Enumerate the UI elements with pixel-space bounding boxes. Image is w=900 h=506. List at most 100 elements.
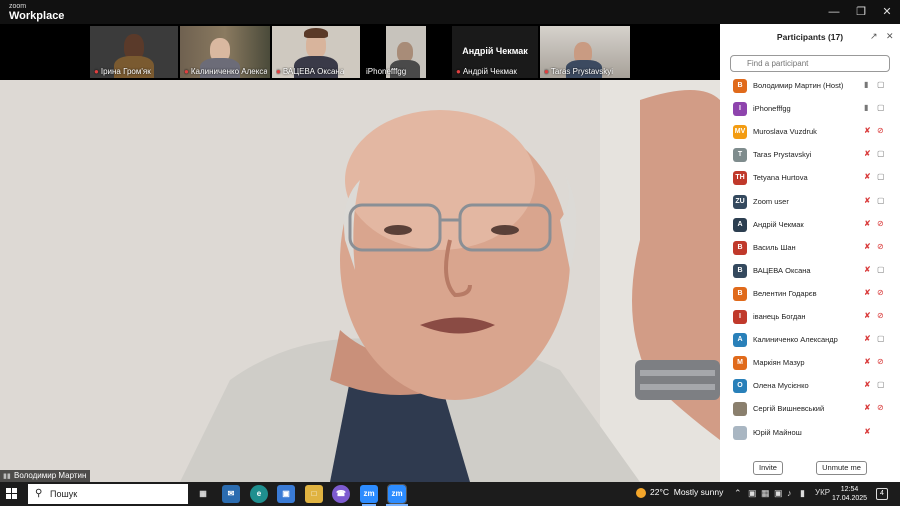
- mic-icon[interactable]: ▮: [864, 103, 868, 112]
- participant-row[interactable]: MV Muroslava Vuzdruk ✘ ⊘: [720, 121, 900, 144]
- main-speaker-video[interactable]: ▮▮ Володимир Мартин: [0, 80, 720, 482]
- video-icon[interactable]: ▢: [877, 103, 885, 112]
- participant-row[interactable]: В Володимир Мартин (Host) ▮ ▢: [720, 75, 900, 98]
- participant-row[interactable]: А Калиниченко Александр ✘ ▢: [720, 329, 900, 352]
- zoom-workplace-icon[interactable]: zm: [387, 484, 407, 504]
- mail-icon[interactable]: ✉: [222, 485, 240, 503]
- mic-muted-icon[interactable]: ✘: [864, 172, 871, 181]
- video-off-icon[interactable]: ⊘: [877, 288, 884, 297]
- video-icon[interactable]: ▢: [877, 380, 885, 389]
- video-off-icon[interactable]: ⊘: [877, 242, 884, 251]
- brand-large: Workplace: [9, 10, 65, 22]
- participant-row[interactable]: А Андрій Чекмак ✘ ⊘: [720, 214, 900, 237]
- mic-muted-icon[interactable]: ✘: [864, 126, 871, 135]
- video-off-icon[interactable]: ⊘: [877, 403, 884, 412]
- avatar: В: [733, 286, 747, 301]
- volume-icon[interactable]: ♪: [787, 488, 792, 498]
- thumbnail-video[interactable]: ● Ірина Гром'як: [90, 26, 178, 78]
- participant-row[interactable]: Сергій Вишневський ✘ ⊘: [720, 398, 900, 421]
- mic-muted-icon[interactable]: ✘: [864, 334, 871, 343]
- mic-muted-icon[interactable]: ✘: [864, 403, 871, 412]
- clock[interactable]: 12:54 17.04.2025: [832, 485, 867, 503]
- tray-icon[interactable]: ▣: [748, 488, 757, 499]
- zoom-logo: zoom Workplace: [9, 3, 64, 22]
- participant-search-input[interactable]: [730, 55, 890, 72]
- video-icon[interactable]: ▢: [877, 149, 885, 158]
- participants-list[interactable]: В Володимир Мартин (Host) ▮ ▢ IiPhonefffgg ▮ ▢…: [720, 75, 900, 455]
- minimize-icon[interactable]: —: [821, 3, 847, 21]
- store-icon[interactable]: ▣: [277, 485, 295, 503]
- mic-muted-icon[interactable]: ✘: [864, 288, 871, 297]
- thumbnail-video[interactable]: iPhonefffgg: [362, 26, 450, 78]
- video-icon[interactable]: ▢: [877, 265, 885, 274]
- unmute-me-button[interactable]: Unmute me: [816, 461, 867, 475]
- weather-widget[interactable]: 22°C Mostly sunny: [636, 487, 723, 498]
- mic-icon[interactable]: ▮: [864, 80, 868, 89]
- windows-start-icon[interactable]: [6, 488, 18, 500]
- mic-muted-icon[interactable]: ✘: [864, 149, 871, 158]
- close-icon[interactable]: ✕: [874, 3, 900, 21]
- participant-row[interactable]: М Маркіян Мазур ✘ ⊘: [720, 352, 900, 375]
- popout-icon[interactable]: ↗: [870, 31, 878, 42]
- mic-muted-icon[interactable]: ✘: [864, 357, 871, 366]
- mic-muted-icon[interactable]: ✘: [864, 380, 871, 389]
- video-off-icon[interactable]: ⊘: [877, 126, 884, 135]
- chevron-up-icon[interactable]: ⌃: [734, 488, 742, 499]
- video-off-icon[interactable]: ⊘: [877, 357, 884, 366]
- video-icon[interactable]: ▢: [877, 80, 885, 89]
- battery-icon[interactable]: ▮: [800, 488, 805, 499]
- participant-row[interactable]: О Олена Мусієнко ✘ ▢: [720, 375, 900, 398]
- mic-muted-icon[interactable]: ✘: [864, 427, 871, 436]
- thumbnail-video[interactable]: ● Калиниченко Алекса...: [180, 26, 270, 78]
- mic-muted-icon[interactable]: ✘: [864, 219, 871, 228]
- mic-muted-icon[interactable]: ✘: [864, 242, 871, 251]
- language-indicator[interactable]: УКР: [815, 488, 830, 497]
- muted-mic-icon: ●: [184, 67, 189, 76]
- weather-text: Mostly sunny: [673, 487, 724, 497]
- participant-row[interactable]: Юрій Майнош ✘: [720, 422, 900, 445]
- taskbar-search[interactable]: ⚲ Пошук: [28, 484, 188, 504]
- video-icon[interactable]: ▢: [877, 172, 885, 181]
- network-icon[interactable]: ▣: [774, 488, 783, 499]
- thumbnail-name: ● ВАЦЕВА Оксана: [276, 67, 345, 76]
- zoom-icon[interactable]: zm: [360, 485, 378, 503]
- video-icon[interactable]: ▢: [877, 334, 885, 343]
- thumbnail-video[interactable]: ● Taras Prystavskyi: [540, 26, 630, 78]
- thumbnail-video[interactable]: Андрій Чекмак ● Андрій Чекмак: [452, 26, 538, 78]
- video-off-icon[interactable]: ⊘: [877, 219, 884, 228]
- participant-name: Zoom user: [753, 196, 789, 206]
- participant-name: Калиниченко Александр: [753, 335, 838, 345]
- participant-row[interactable]: В ВАЦЕВА Оксана ✘ ▢: [720, 260, 900, 283]
- mic-muted-icon[interactable]: ✘: [864, 196, 871, 205]
- participant-row[interactable]: Ііванець Богдан ✘ ⊘: [720, 306, 900, 329]
- avatar: I: [733, 102, 747, 117]
- title-bar: zoom Workplace — ❐ ✕: [0, 0, 900, 24]
- participant-row[interactable]: В Велентин Годарєв ✘ ⊘: [720, 283, 900, 306]
- video-off-icon[interactable]: ⊘: [877, 311, 884, 320]
- task-view-icon[interactable]: ▦: [194, 485, 212, 503]
- close-panel-icon[interactable]: ✕: [886, 31, 894, 42]
- participant-row[interactable]: IiPhonefffgg ▮ ▢: [720, 98, 900, 121]
- mic-muted-icon[interactable]: ✘: [864, 265, 871, 274]
- viber-icon[interactable]: ☎: [332, 485, 350, 503]
- edge-icon[interactable]: e: [250, 485, 268, 503]
- mic-muted-icon[interactable]: ✘: [864, 311, 871, 320]
- participant-name: Василь Шан: [753, 242, 796, 252]
- date: 17.04.2025: [832, 495, 868, 502]
- video-icon[interactable]: ▢: [877, 196, 885, 205]
- thumbnail-video[interactable]: ● ВАЦЕВА Оксана: [272, 26, 360, 78]
- participant-name: Маркіян Мазур: [753, 358, 805, 368]
- muted-mic-icon: ●: [456, 67, 461, 76]
- participant-row[interactable]: ZU Zoom user ✘ ▢: [720, 191, 900, 214]
- file-explorer-icon[interactable]: □: [305, 485, 323, 503]
- participant-row[interactable]: T Taras Prystavskyi ✘ ▢: [720, 144, 900, 167]
- participant-row[interactable]: TH Tetyana Hurtova ✘ ▢: [720, 167, 900, 190]
- notifications-icon[interactable]: 4: [876, 488, 888, 500]
- signal-bars-icon: ▮▮: [3, 473, 11, 480]
- restore-icon[interactable]: ❐: [848, 3, 874, 21]
- participant-row[interactable]: В Василь Шан ✘ ⊘: [720, 237, 900, 260]
- avatar: MV: [733, 125, 747, 140]
- invite-button[interactable]: Invite: [753, 461, 783, 475]
- tray-icon[interactable]: ▦: [761, 488, 770, 499]
- avatar: ZU: [733, 194, 747, 209]
